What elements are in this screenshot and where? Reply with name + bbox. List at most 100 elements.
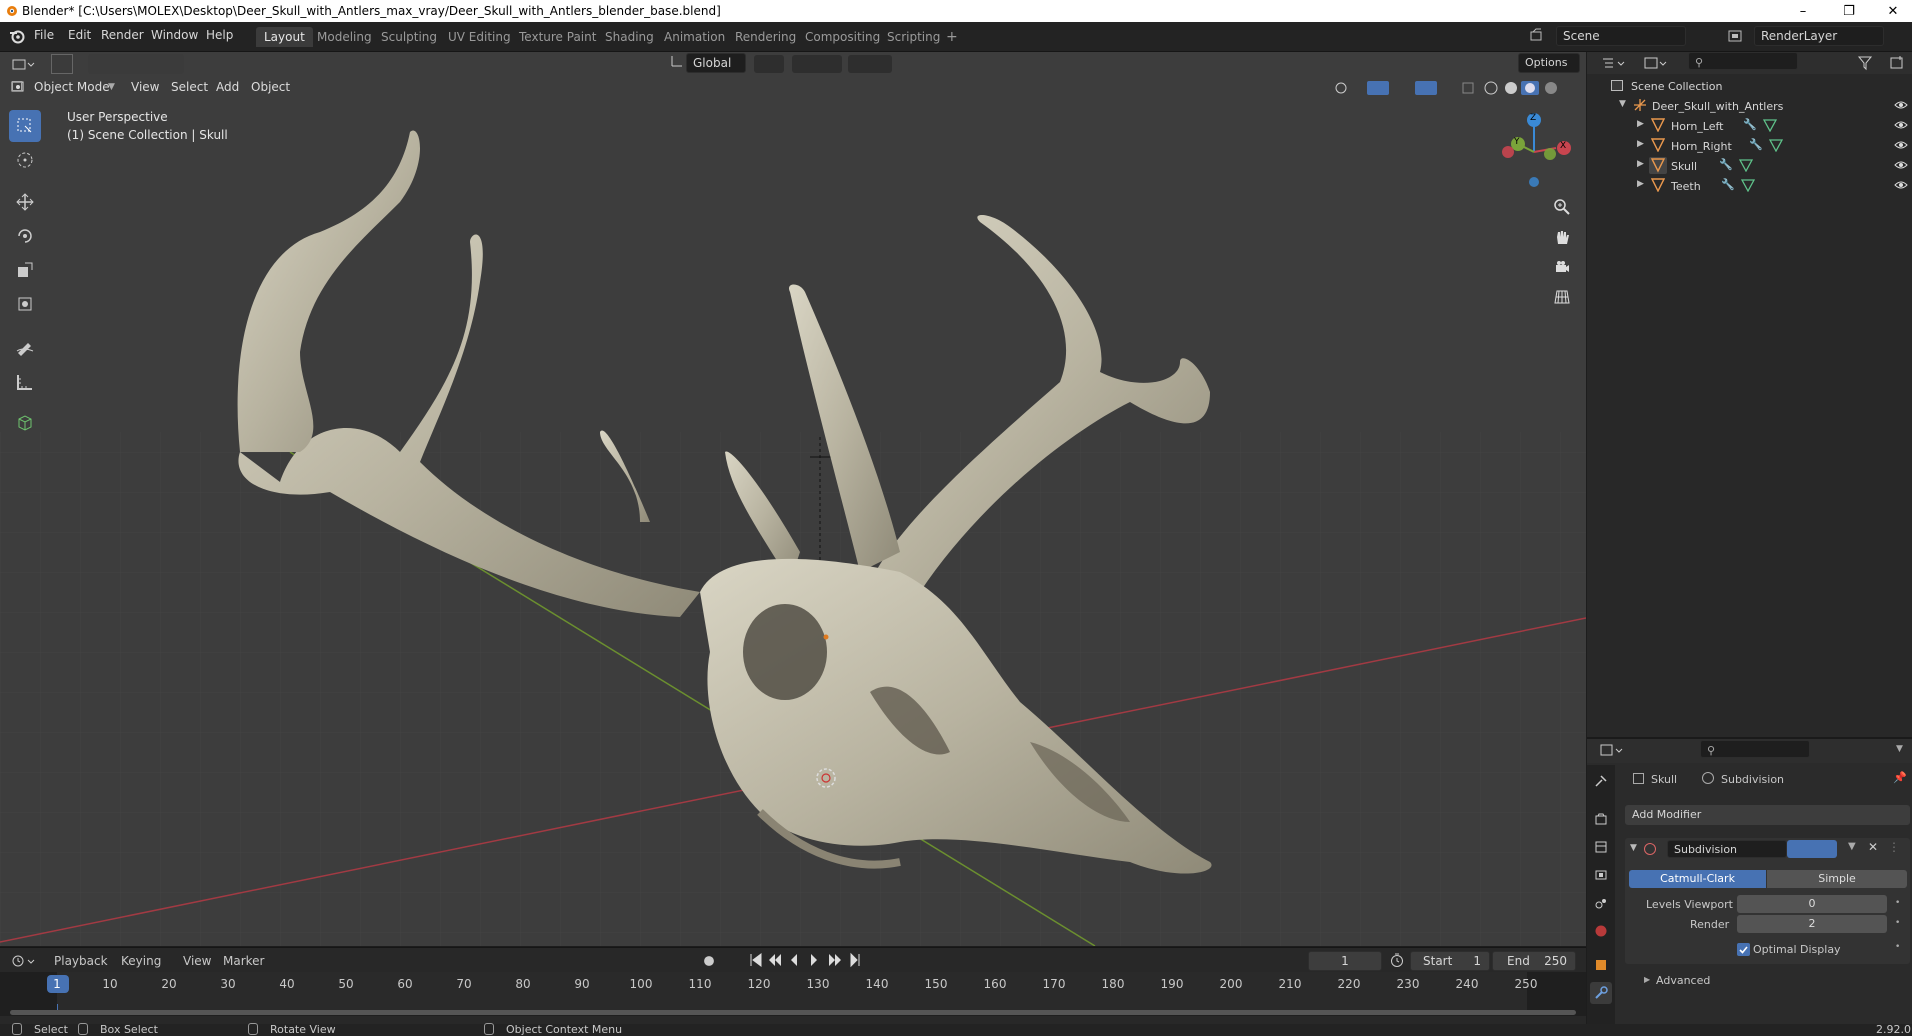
tab-shading[interactable]: Shading: [597, 27, 662, 47]
move-tool[interactable]: [9, 186, 41, 218]
visibility-eye-icon[interactable]: [1894, 159, 1908, 171]
expand-right-icon[interactable]: ▶: [1637, 179, 1644, 189]
timeline-menu-playback[interactable]: Playback: [54, 954, 108, 968]
tab-texture-paint[interactable]: Texture Paint: [511, 27, 604, 47]
close-button[interactable]: ✕: [1870, 0, 1912, 22]
orientation-dropdown[interactable]: Global: [686, 53, 746, 73]
tab-modifiers-icon[interactable]: [1590, 982, 1612, 1004]
annotate-tool[interactable]: [9, 330, 41, 362]
tab-tool-icon[interactable]: [1590, 770, 1612, 792]
cursor-tool[interactable]: [9, 144, 41, 176]
advanced-subpanel[interactable]: Advanced: [1656, 974, 1710, 987]
tab-object-icon[interactable]: [1590, 954, 1612, 976]
timeline-menu-keying[interactable]: Keying: [121, 954, 161, 968]
outliner-search-input[interactable]: ⚲: [1688, 52, 1798, 70]
blender-menu-icon[interactable]: [8, 28, 26, 44]
tab-render-icon[interactable]: [1590, 808, 1612, 830]
restore-button[interactable]: ❐: [1826, 0, 1872, 22]
current-frame-field[interactable]: 1: [1308, 951, 1382, 971]
menu-render[interactable]: Render: [101, 28, 144, 42]
render-layer-icon[interactable]: [1726, 27, 1744, 45]
visibility-eye-icon[interactable]: [1894, 139, 1908, 151]
chevron-down-icon[interactable]: ▼: [1848, 841, 1856, 852]
keyframe-dot-icon[interactable]: •: [1895, 918, 1900, 928]
properties-editor-icon[interactable]: [1598, 741, 1626, 759]
chevron-down-icon[interactable]: ▼: [1896, 744, 1903, 754]
tab-scene-icon[interactable]: [1590, 892, 1612, 914]
tab-sculpting[interactable]: Sculpting: [373, 27, 445, 47]
expand-right-icon[interactable]: ▶: [1637, 159, 1644, 169]
display-mode-icon[interactable]: [1642, 54, 1670, 72]
modifier-name-input[interactable]: Subdivision: [1667, 840, 1787, 858]
catmull-clark-button[interactable]: Catmull-Clark: [1629, 870, 1766, 888]
pan-hand-icon[interactable]: [1549, 224, 1575, 250]
3d-viewport[interactable]: [0, 52, 1586, 946]
pin-icon[interactable]: 📌: [1893, 771, 1907, 784]
select-box-tool[interactable]: [9, 110, 41, 142]
timeline-menu-view[interactable]: View: [183, 954, 211, 968]
tab-output-icon[interactable]: [1590, 836, 1612, 858]
timeline-scrollbar[interactable]: [10, 1010, 1576, 1015]
outliner-row-object[interactable]: ▶ Horn_Right 🔧: [1587, 136, 1912, 156]
add-workspace-icon[interactable]: +: [946, 29, 958, 45]
perspective-grid-icon[interactable]: [1549, 284, 1575, 310]
outliner-editor-icon[interactable]: [1600, 54, 1628, 72]
modifier-wrench-icon[interactable]: 🔧: [1721, 178, 1735, 191]
vp-menu-view[interactable]: View: [131, 80, 159, 94]
selection-mode-buttons[interactable]: [88, 54, 184, 74]
visibility-eye-icon[interactable]: [1894, 179, 1908, 191]
menu-file[interactable]: File: [34, 28, 54, 42]
visibility-eye-icon[interactable]: [1894, 119, 1908, 131]
rotate-tool[interactable]: [9, 220, 41, 252]
pivot-dropdown[interactable]: [754, 55, 784, 73]
minimize-button[interactable]: –: [1780, 0, 1826, 22]
scene-icon[interactable]: [1528, 27, 1546, 45]
scene-field[interactable]: Scene: [1556, 26, 1686, 46]
outliner-row-scene-collection[interactable]: Scene Collection: [1587, 76, 1912, 96]
proportional-edit-toggle[interactable]: [848, 55, 892, 73]
outliner-row-object[interactable]: ▶ Teeth 🔧: [1587, 176, 1912, 196]
zoom-icon[interactable]: [1549, 194, 1575, 220]
mesh-data-icon[interactable]: [1741, 178, 1755, 192]
add-modifier-dropdown[interactable]: Add Modifier: [1625, 805, 1910, 825]
tab-animation[interactable]: Animation: [656, 27, 733, 47]
tool-settings-icon[interactable]: [10, 55, 36, 75]
playback-controls[interactable]: [745, 950, 865, 970]
expand-right-icon[interactable]: ▶: [1644, 975, 1650, 984]
keyframe-dot-icon[interactable]: •: [1895, 898, 1900, 908]
tab-scripting[interactable]: Scripting: [879, 27, 948, 47]
mesh-data-icon[interactable]: [1769, 138, 1783, 152]
camera-view-icon[interactable]: [1549, 254, 1575, 280]
add-cube-tool[interactable]: [9, 406, 41, 438]
timeline-editor-icon[interactable]: [10, 952, 38, 970]
expand-right-icon[interactable]: ▶: [1637, 139, 1644, 149]
tab-compositing[interactable]: Compositing: [797, 27, 888, 47]
transform-tool[interactable]: [9, 288, 41, 320]
menu-window[interactable]: Window: [151, 28, 198, 42]
options-dropdown[interactable]: Options: [1518, 53, 1580, 73]
outliner-row-collection[interactable]: ▼ Deer_Skull_with_Antlers: [1587, 96, 1912, 116]
visibility-eye-icon[interactable]: [1894, 99, 1908, 111]
drag-handle-icon[interactable]: ⋮: [1888, 840, 1900, 854]
viewport-shading-controls[interactable]: [1331, 78, 1557, 98]
modifier-wrench-icon[interactable]: 🔧: [1719, 158, 1733, 171]
properties-search-input[interactable]: ⚲: [1700, 740, 1810, 758]
preview-range-icon[interactable]: [1389, 952, 1405, 968]
keyframe-dot-icon[interactable]: •: [1895, 942, 1900, 952]
tab-view-layer-icon[interactable]: [1590, 864, 1612, 886]
tab-layout[interactable]: Layout: [256, 27, 313, 47]
render-levels-field[interactable]: 2: [1737, 915, 1887, 933]
vp-menu-object[interactable]: Object: [251, 80, 290, 94]
tab-world-icon[interactable]: [1590, 920, 1612, 942]
vp-menu-select[interactable]: Select: [171, 80, 208, 94]
mesh-data-icon[interactable]: [1739, 158, 1753, 172]
tab-uv-editing[interactable]: UV Editing: [440, 27, 519, 47]
simple-button[interactable]: Simple: [1767, 870, 1907, 888]
outliner-row-object[interactable]: ▶ Horn_Left 🔧: [1587, 116, 1912, 136]
tab-modeling[interactable]: Modeling: [309, 27, 380, 47]
modifier-visibility-toggles[interactable]: [1787, 840, 1837, 858]
expand-right-icon[interactable]: ▶: [1637, 119, 1644, 129]
record-button[interactable]: [704, 956, 714, 966]
new-collection-icon[interactable]: [1888, 54, 1908, 72]
end-frame-field[interactable]: End 250: [1492, 951, 1576, 971]
